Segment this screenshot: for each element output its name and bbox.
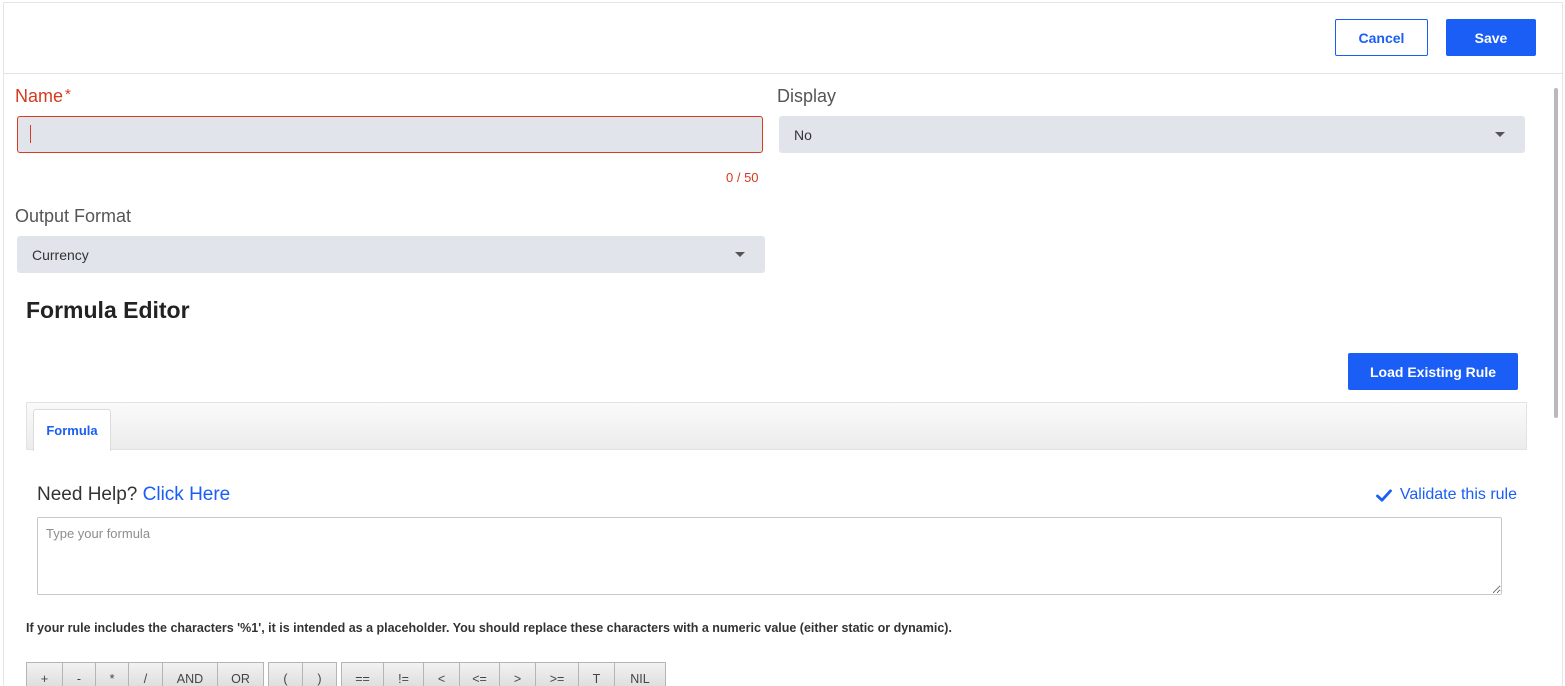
operator-button-less-than[interactable]: < — [424, 663, 460, 686]
output-format-label: Output Format — [15, 206, 132, 226]
editor-tab-strip: Formula — [26, 402, 1527, 451]
help-prefix: Need Help? — [37, 484, 138, 505]
vertical-scrollbar[interactable] — [1554, 88, 1558, 418]
load-existing-rule-button[interactable]: Load Existing Rule — [1348, 353, 1518, 390]
name-label-text: Name — [15, 86, 64, 106]
output-format-select[interactable]: Currency — [17, 236, 765, 273]
checkmark-icon — [1375, 488, 1392, 502]
operator-button-nil[interactable]: NIL — [615, 663, 665, 686]
tab-formula[interactable]: Formula — [33, 409, 111, 451]
name-label: Name * — [15, 86, 71, 107]
operator-group-comparison: == != < <= > >= T NIL — [341, 662, 666, 686]
chevron-down-icon — [1495, 132, 1505, 137]
operator-button-close-paren[interactable]: ) — [303, 663, 336, 686]
operator-button-multiply[interactable]: * — [96, 663, 129, 686]
chevron-down-icon — [735, 252, 745, 257]
top-action-bar — [3, 2, 1563, 74]
operator-button-greater-equal[interactable]: >= — [536, 663, 579, 686]
display-select[interactable]: No — [779, 116, 1525, 153]
save-button[interactable]: Save — [1446, 19, 1536, 56]
operator-button-open-paren[interactable]: ( — [269, 663, 303, 686]
help-line: Need Help? Click Here — [37, 484, 230, 506]
cancel-button[interactable]: Cancel — [1335, 19, 1428, 56]
output-format-value: Currency — [32, 247, 89, 263]
operator-button-plus[interactable]: + — [27, 663, 63, 686]
operator-button-and[interactable]: AND — [163, 663, 218, 686]
operator-group-parentheses: ( ) — [268, 662, 337, 686]
operator-button-greater-than[interactable]: > — [500, 663, 536, 686]
formula-input[interactable] — [37, 517, 1502, 595]
operator-button-or[interactable]: OR — [218, 663, 263, 686]
display-label: Display — [777, 86, 837, 106]
operator-button-divide[interactable]: / — [129, 663, 163, 686]
required-asterisk: * — [65, 86, 71, 103]
formula-editor-title: Formula Editor — [26, 297, 190, 323]
placeholder-note: If your rule includes the characters '%1… — [26, 621, 952, 635]
operator-button-true[interactable]: T — [579, 663, 615, 686]
name-input[interactable] — [17, 116, 763, 153]
operator-group-arithmetic: + - * / AND OR — [26, 662, 264, 686]
operator-button-minus[interactable]: - — [63, 663, 96, 686]
validate-rule-label: Validate this rule — [1399, 486, 1517, 503]
text-cursor — [30, 125, 31, 143]
operator-button-not-equals[interactable]: != — [384, 663, 424, 686]
operator-button-less-equal[interactable]: <= — [460, 663, 500, 686]
operator-button-equals[interactable]: == — [342, 663, 384, 686]
name-char-counter: 0 / 50 — [726, 170, 759, 185]
help-link[interactable]: Click Here — [143, 484, 231, 505]
validate-rule-link[interactable]: Validate this rule — [1375, 486, 1517, 504]
display-select-value: No — [794, 127, 812, 143]
